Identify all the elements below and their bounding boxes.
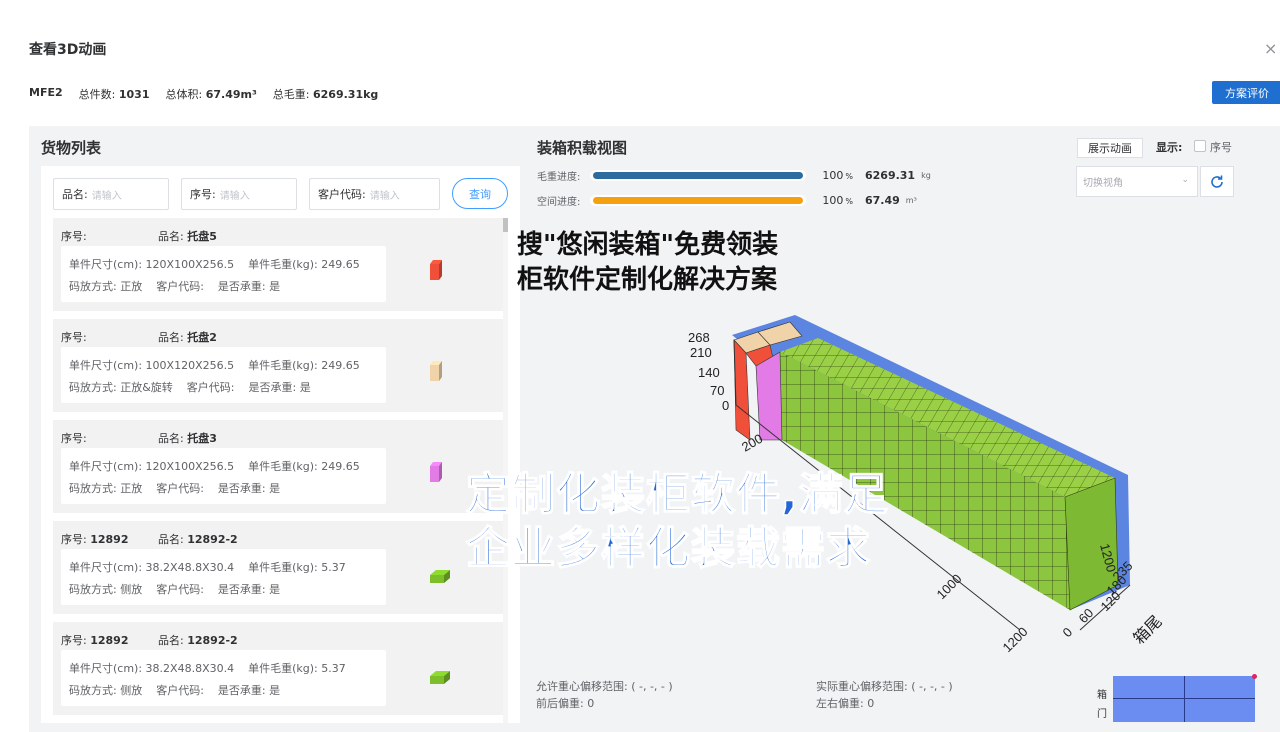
left-right-offset: 左右偏重: 0 — [816, 697, 875, 710]
tail-label: 箱尾 — [1130, 612, 1165, 647]
promo-text-center: 定制化装柜软件,满足 企业多样化装载需求 — [465, 468, 889, 575]
display-label: 显示: — [1156, 141, 1183, 154]
item-header: 序号: 品名: 托盘5 — [61, 230, 217, 243]
list-item[interactable]: 序号: 品名: 托盘5 单件尺寸(cm): 120X100X256.5 单件毛重(k… — [53, 218, 503, 311]
plan-evaluation-button[interactable]: 方案评价 — [1212, 81, 1280, 104]
tick-70: 70 — [710, 383, 724, 398]
item-detail: 单件尺寸(cm): 38.2X48.8X30.4 单件毛重(kg): 5.37 码放… — [61, 650, 386, 706]
show-animation-button[interactable]: 展示动画 — [1077, 138, 1143, 158]
list-item[interactable]: 序号: 12892 品名: 12892-2 单件尺寸(cm): 38.2X48.8X… — [53, 521, 503, 614]
item-header: 序号: 品名: 托盘2 — [61, 331, 217, 344]
item-detail: 单件尺寸(cm): 120X100X256.5 单件毛重(kg): 249.65 码… — [61, 448, 386, 504]
cargo-color-icon — [430, 260, 442, 280]
item-header: 序号: 12892 品名: 12892-2 — [61, 634, 238, 647]
tick-268: 268 — [688, 330, 710, 345]
tick-210: 210 — [690, 345, 712, 360]
mini-map[interactable] — [1113, 674, 1257, 722]
view-angle-select[interactable]: 切换视角 ⌄ — [1076, 166, 1198, 197]
seq-search-field[interactable]: 序号: 请输入 — [181, 178, 297, 210]
weight-progress-bar — [590, 170, 807, 181]
cargo-color-icon — [430, 361, 442, 381]
cargo-color-icon — [430, 570, 450, 583]
front-back-offset: 前后偏重: 0 — [536, 697, 595, 710]
seq-checkbox[interactable] — [1194, 140, 1206, 152]
actual-cg-range: 实际重心偏移范围: ( -, -, - ) — [816, 680, 953, 693]
cargo-color-icon — [430, 671, 450, 684]
name-search-field[interactable]: 品名: 请输入 — [53, 178, 169, 210]
refresh-view-button[interactable] — [1200, 166, 1234, 197]
customer-code-search-field[interactable]: 客户代码: 请输入 — [309, 178, 440, 210]
close-icon[interactable]: × — [1264, 39, 1278, 58]
loading-view-title: 装箱积载视图 — [537, 139, 628, 157]
summary-bar: MFE2 总件数: 1031 总体积: 67.49m³ 总毛重: 6269.31… — [29, 86, 378, 102]
seq-checkbox-label[interactable]: 序号 — [1210, 139, 1232, 155]
space-progress-bar — [590, 195, 807, 206]
item-detail: 单件尺寸(cm): 120X100X256.5 单件毛重(kg): 249.65 码… — [61, 246, 386, 302]
query-button[interactable]: 查询 — [452, 178, 508, 209]
pallet-3 — [755, 351, 783, 441]
tick-0: 0 — [722, 398, 729, 413]
space-progress: 空间进度: 100% 67.49 m³ — [537, 194, 917, 208]
tick-60: 60 — [1076, 605, 1097, 626]
cargo-list-title: 货物列表 — [41, 139, 102, 157]
item-header: 序号: 品名: 托盘3 — [61, 432, 217, 445]
total-volume: 总体积: 67.49m³ — [165, 88, 257, 101]
list-item[interactable]: 序号: 品名: 托盘3 单件尺寸(cm): 120X100X256.5 单件毛重(k… — [53, 420, 503, 513]
container-code: MFE2 — [29, 86, 63, 99]
weight-progress: 毛重进度: 100% 6269.31 kg — [537, 169, 931, 183]
tick-0-width: 0 — [1060, 624, 1076, 640]
item-header: 序号: 12892 品名: 12892-2 — [61, 533, 238, 546]
item-detail: 单件尺寸(cm): 38.2X48.8X30.4 单件毛重(kg): 5.37 码放… — [61, 549, 386, 605]
tick-140: 140 — [698, 365, 720, 380]
tick-1200: 1200 — [1000, 624, 1031, 655]
cargo-color-icon — [430, 462, 442, 482]
total-count: 总件数: 1031 — [78, 88, 150, 101]
chevron-down-icon: ⌄ — [1181, 175, 1189, 185]
tick-1000: 1000 — [934, 571, 965, 602]
promo-text-top: 搜"悠闲装箱"免费领装 柜软件定制化解决方案 — [517, 230, 779, 295]
mini-map-label-bottom: 门 — [1097, 709, 1107, 720]
item-detail: 单件尺寸(cm): 100X120X256.5 单件毛重(kg): 249.65 码… — [61, 347, 386, 403]
marker-dot — [1252, 674, 1257, 679]
list-item[interactable]: 序号: 品名: 托盘2 单件尺寸(cm): 100X120X256.5 单件毛重(k… — [53, 319, 503, 412]
dialog-title: 查看3D动画 — [29, 42, 107, 58]
refresh-icon — [1211, 175, 1223, 188]
mini-map-label-top: 箱 — [1097, 690, 1107, 701]
total-weight: 总毛重: 6269.31kg — [272, 88, 379, 101]
allowed-cg-range: 允许重心偏移范围: ( -, -, - ) — [536, 680, 673, 693]
cargo-items: 序号: 品名: 托盘5 单件尺寸(cm): 120X100X256.5 单件毛重(k… — [53, 218, 503, 723]
list-item[interactable]: 序号: 12892 品名: 12892-2 单件尺寸(cm): 38.2X48.8X… — [53, 622, 503, 715]
